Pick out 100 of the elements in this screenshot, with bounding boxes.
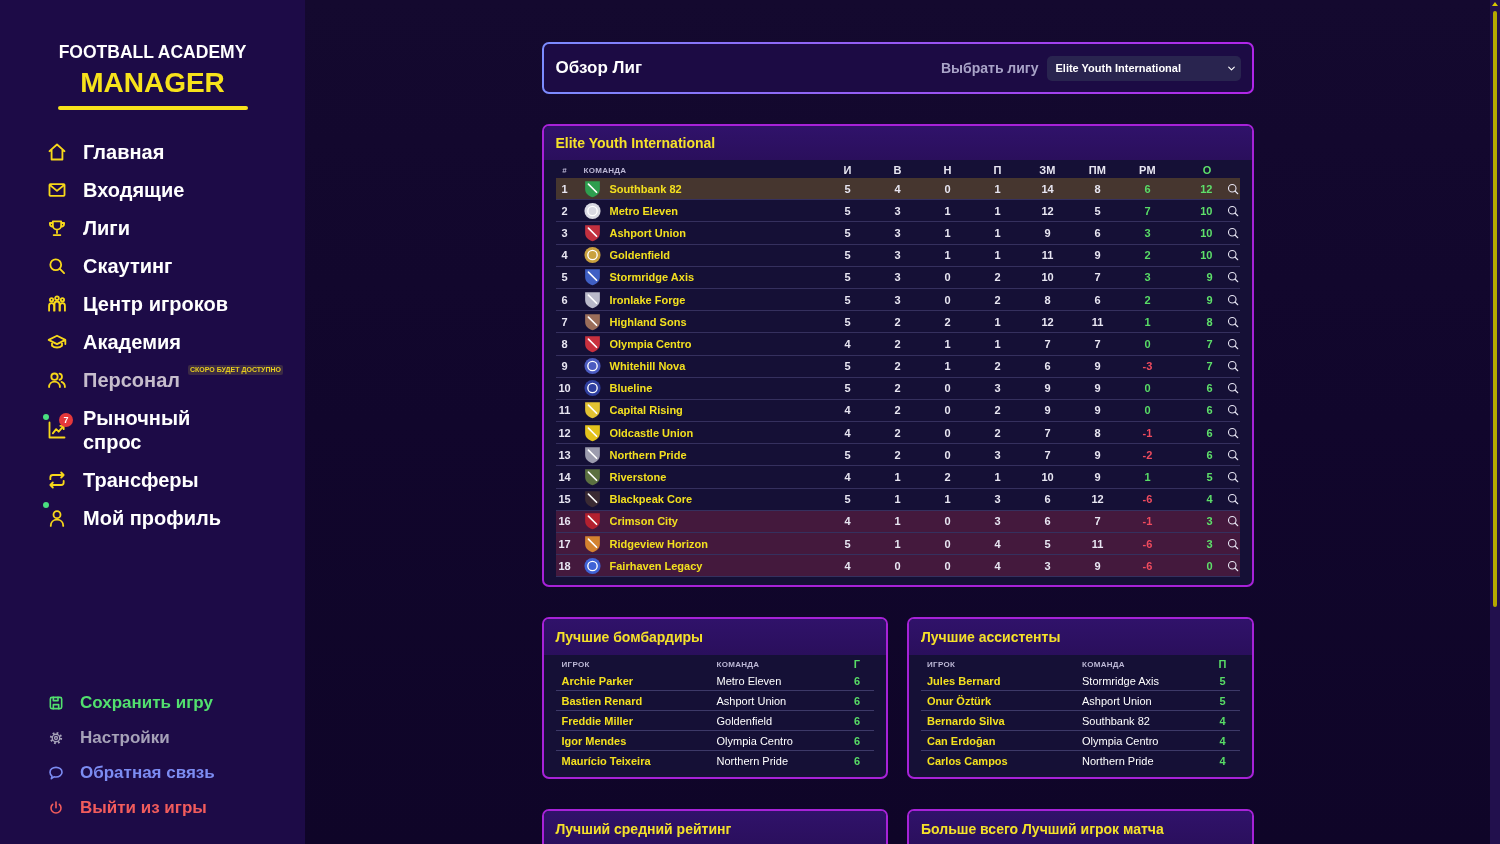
table-cell-text: 1 (943, 360, 952, 373)
team-name: Highland Sons (608, 315, 688, 328)
table-cell-text: 3 (1143, 226, 1152, 239)
player-name: Onur Öztürk (926, 694, 993, 707)
table-cell-text: 4 (893, 182, 902, 195)
search-icon[interactable] (1226, 515, 1239, 528)
search-icon[interactable] (1226, 448, 1239, 461)
table-cell-text: 2 (893, 426, 902, 439)
search-icon[interactable] (1226, 337, 1239, 350)
search-icon[interactable] (1226, 426, 1239, 439)
table-cell-text: 4 (1205, 493, 1214, 506)
team-name: Ridgeview Horizon (608, 537, 709, 550)
player-name: Igor Mendes (560, 734, 628, 747)
search-icon[interactable] (1226, 537, 1239, 550)
table-cell-text: 1 (993, 249, 1002, 262)
table-cell-text: -2 (1141, 448, 1154, 461)
table-cell-text: 4 (843, 426, 852, 439)
team-name: Olympia Centro (1081, 734, 1160, 747)
nav-item[interactable]: Лиги (47, 209, 130, 247)
table-cell-text: 12 (1090, 493, 1105, 506)
table-cell-text: 3 (893, 204, 902, 217)
table-cell-text: 0 (943, 448, 952, 461)
player-name: Carlos Campos (926, 755, 1009, 768)
table-cell-text: 0 (1143, 337, 1152, 350)
table-cell-text: 7 (1043, 426, 1052, 439)
team-name: Northern Pride (715, 755, 790, 768)
table-cell-text: 4 (843, 471, 852, 484)
table-cell-text: -1 (1141, 515, 1154, 528)
table-cell-text: 5 (843, 182, 852, 195)
search-icon[interactable] (1226, 493, 1239, 506)
table-cell-text: 3 (1143, 271, 1152, 284)
table-cell-text: 14 (557, 471, 572, 484)
team-name: Olympia Centro (608, 337, 693, 350)
trophy-icon (47, 218, 67, 238)
search-icon[interactable] (1226, 293, 1239, 306)
table-cell-text: 0 (943, 382, 952, 395)
search-icon[interactable] (1226, 271, 1239, 284)
table-cell-text: 5 (843, 226, 852, 239)
team-name: Ironlake Forge (608, 293, 687, 306)
search-icon[interactable] (1226, 382, 1239, 395)
table-cell-text: 12 (1199, 182, 1214, 195)
nav-item[interactable]: Трансферы (47, 461, 199, 499)
search-icon[interactable] (1226, 182, 1239, 195)
team-name: Olympia Centro (715, 734, 794, 747)
table-cell-text: 9 (1205, 293, 1214, 306)
table-cell-text: 5 (843, 537, 852, 550)
table-cell-text: 2 (893, 337, 902, 350)
table-cell-text: 7 (1043, 448, 1052, 461)
team-name: Metro Eleven (608, 204, 679, 217)
team-name: Blackpeak Core (608, 493, 694, 506)
nav-item[interactable]: Входящие (47, 171, 185, 209)
search-icon[interactable] (1226, 559, 1239, 572)
nav-item[interactable]: Мой профиль (47, 499, 222, 537)
search-icon[interactable] (1226, 249, 1239, 262)
table-cell-text: 17 (557, 537, 572, 550)
table-cell-text: 2 (893, 382, 902, 395)
table-cell-text: 11 (1090, 315, 1105, 328)
settings-button[interactable]: Настройки (48, 720, 170, 755)
search-icon[interactable] (1226, 471, 1239, 484)
save-game-button[interactable]: Сохранить игру (48, 685, 213, 720)
card-title: Больше всего Лучший игрок матча (921, 821, 1164, 838)
table-cell-text: 1 (993, 315, 1002, 328)
search-icon[interactable] (1226, 204, 1239, 217)
table-cell-text: 3 (893, 249, 902, 262)
nav-item[interactable]: Центр игроков (47, 285, 228, 323)
column-header: ПМ (1087, 164, 1108, 176)
table-cell-text: 10 (557, 382, 572, 395)
scroll-up-arrow-icon[interactable] (1492, 2, 1498, 6)
table-cell-text: 0 (943, 271, 952, 284)
table-cell-text: 3 (993, 493, 1002, 506)
nav-item[interactable]: Скаутинг (47, 247, 173, 285)
table-cell-text: -6 (1141, 559, 1154, 572)
table-cell-text: 6 (1093, 293, 1102, 306)
search-icon[interactable] (1226, 404, 1239, 417)
table-cell-text: 4 (843, 559, 852, 572)
search-icon[interactable] (1226, 360, 1239, 373)
table-cell-text: 3 (893, 293, 902, 306)
table-cell-text: 3 (1043, 559, 1052, 572)
table-cell-text: 4 (843, 515, 852, 528)
table-cell-text: 10 (1199, 226, 1214, 239)
league-select[interactable]: Elite Youth International (1046, 55, 1241, 81)
nav-item[interactable]: Академия (47, 323, 181, 361)
exit-button[interactable]: Выйти из игры (48, 790, 207, 825)
table-cell-text: 9 (1093, 382, 1102, 395)
column-header: Г (852, 658, 862, 671)
scrollbar[interactable] (1490, 0, 1500, 844)
table-cell-text: 0 (943, 426, 952, 439)
table-cell-text: 16 (557, 515, 572, 528)
nav-item[interactable]: Главная (47, 133, 165, 171)
search-icon[interactable] (1226, 226, 1239, 239)
table-cell-text: 5 (1093, 204, 1102, 217)
scrollbar-thumb[interactable] (1493, 11, 1497, 607)
table-cell-text: 2 (993, 426, 1002, 439)
table-cell-text: -6 (1141, 537, 1154, 550)
table-cell-text: 8 (1093, 426, 1102, 439)
table-cell-text: 1 (993, 337, 1002, 350)
table-cell-text: 3 (993, 448, 1002, 461)
search-icon[interactable] (1226, 315, 1239, 328)
feedback-button[interactable]: Обратная связь (48, 755, 215, 790)
table-cell-text: 5 (843, 493, 852, 506)
